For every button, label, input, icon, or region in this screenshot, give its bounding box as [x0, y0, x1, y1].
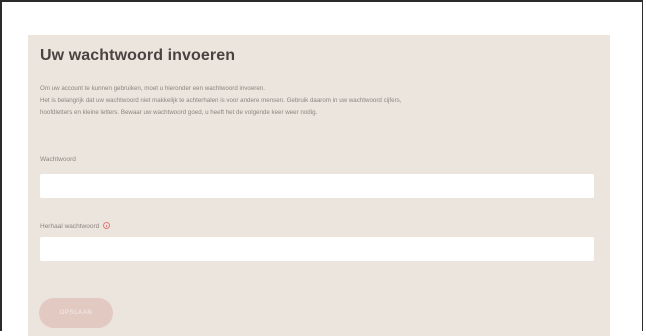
page-frame: Uw wachtwoord invoeren Om uw account te … [0, 0, 643, 336]
intro-line-2: Het is belangrijk dat uw wachtwoord niet… [40, 97, 402, 104]
info-icon[interactable] [103, 222, 111, 229]
repeat-password-label: Herhaal wachtwoord [40, 222, 111, 230]
save-button[interactable]: OPSLAAN [39, 298, 113, 328]
repeat-password-input[interactable] [40, 237, 594, 261]
password-input[interactable] [40, 174, 594, 198]
intro-line-1: Om uw account te kunnen gebruiken, moet … [40, 85, 265, 92]
password-form-panel: Uw wachtwoord invoeren Om uw account te … [28, 35, 610, 336]
page-title: Uw wachtwoord invoeren [40, 47, 236, 64]
intro-line-3: hoofdletters en kleine letters. Bewaar u… [40, 109, 318, 116]
intro-text: Om uw account te kunnen gebruiken, moet … [40, 83, 600, 119]
repeat-password-label-text: Herhaal wachtwoord [40, 223, 100, 230]
password-label: Wachtwoord [40, 156, 76, 163]
password-label-text: Wachtwoord [40, 156, 76, 163]
